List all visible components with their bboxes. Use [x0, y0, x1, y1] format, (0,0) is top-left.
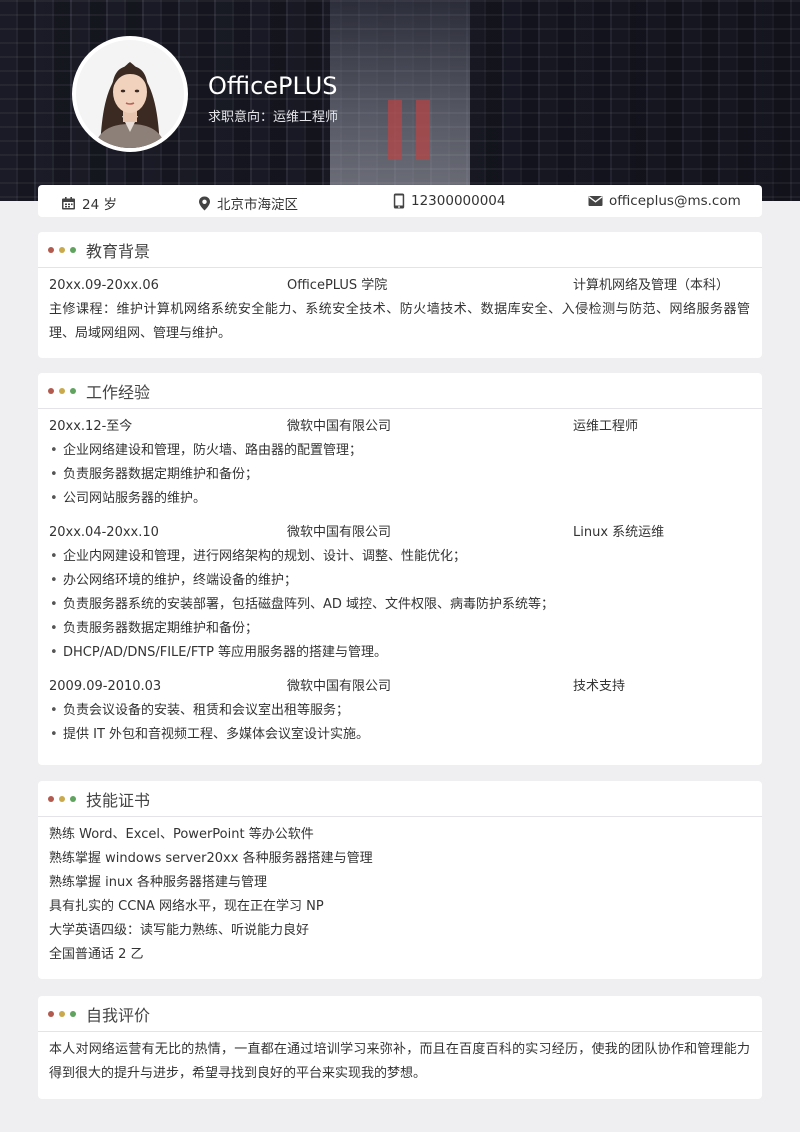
skill-line: 具有扎实的 CCNA 网络水平，现在正在学习 NP — [49, 899, 324, 914]
phone-info: 12300000004 — [393, 193, 505, 209]
skill-line: 熟练掌握 windows server20xx 各种服务器搭建与管理 — [49, 851, 373, 866]
job-duty: 负责服务器系统的安装部署，包括磁盘阵列、AD 域控、文件权限、病毒防护系统等； — [50, 593, 750, 617]
section-title: 工作经验 — [86, 382, 151, 402]
email-info: officeplus@ms.com — [588, 193, 741, 209]
job-duty: 负责服务器数据定期维护和备份； — [50, 463, 750, 487]
location-info: 北京市海淀区 — [198, 193, 298, 213]
job-entry: 20xx.04-20xx.10 微软中国有限公司 Linux 系统运维 企业内网… — [49, 521, 750, 665]
job-intent: 求职意向：运维工程师 — [208, 110, 339, 125]
skill-line: 大学英语四级：读写能力熟练、听说能力良好 — [49, 923, 310, 938]
decorative-dots — [48, 795, 76, 802]
section-header: 教育背景 — [38, 232, 762, 268]
job-period: 2009.09-2010.03 — [49, 679, 162, 694]
decorative-dots — [48, 246, 76, 253]
job-duty: 企业网络建设和管理，防火墙、路由器的配置管理； — [50, 439, 750, 463]
education-courses: 主修课程：维护计算机网络系统安全能力、系统安全技术、防火墙技术、数据库安全、入侵… — [49, 302, 750, 341]
skills-section: 技能证书 熟练 Word、Excel、PowerPoint 等办公软件 熟练掌握… — [38, 781, 762, 979]
job-company: 微软中国有限公司 — [287, 525, 392, 540]
job-duty: 办公网络环境的维护，终端设备的维护； — [50, 569, 750, 593]
decorative-dots — [48, 387, 76, 394]
job-duty: 提供 IT 外包和音视频工程、多媒体会议室设计实施。 — [50, 723, 750, 747]
job-duty: 企业内网建设和管理，进行网络架构的规划、设计、调整、性能优化； — [50, 545, 750, 569]
section-header: 自我评价 — [38, 996, 762, 1032]
decorative-dots — [48, 1010, 76, 1017]
skill-line: 熟练 Word、Excel、PowerPoint 等办公软件 — [49, 827, 314, 842]
job-duty: DHCP/AD/DNS/FILE/FTP 等应用服务器的搭建与管理。 — [50, 641, 750, 665]
job-company: 微软中国有限公司 — [287, 419, 392, 434]
job-duty: 公司网站服务器的维护。 — [50, 487, 750, 511]
section-header: 技能证书 — [38, 781, 762, 817]
job-role: 技术支持 — [573, 679, 626, 694]
education-period: 20xx.09-20xx.06 — [49, 278, 159, 293]
job-role: 运维工程师 — [573, 419, 639, 434]
phone-icon — [393, 193, 405, 209]
job-period: 20xx.04-20xx.10 — [49, 525, 159, 540]
phone-text: 12300000004 — [411, 193, 506, 209]
calendar-icon — [61, 196, 76, 211]
self-evaluation-section: 自我评价 本人对网络运营有无比的热情，一直都在通过培训学习来弥补，而且在百度百科… — [38, 996, 762, 1099]
contact-info-bar: 24 岁 北京市海淀区 12300000004 officeplus@ms.co… — [38, 185, 762, 217]
work-section: 工作经验 20xx.12-至今 微软中国有限公司 运维工程师 企业网络建设和管理… — [38, 373, 762, 765]
job-company: 微软中国有限公司 — [287, 679, 392, 694]
education-school: OfficePLUS 学院 — [287, 278, 388, 293]
section-title: 教育背景 — [86, 241, 151, 261]
education-major: 计算机网络及管理（本科） — [573, 278, 730, 293]
job-entry: 2009.09-2010.03 微软中国有限公司 技术支持 负责会议设备的安装、… — [49, 675, 750, 747]
skill-line: 全国普通话 2 乙 — [49, 947, 144, 962]
job-period: 20xx.12-至今 — [49, 419, 133, 434]
section-title: 技能证书 — [86, 790, 151, 810]
job-entry: 20xx.12-至今 微软中国有限公司 运维工程师 企业网络建设和管理，防火墙、… — [49, 415, 750, 511]
email-text: officeplus@ms.com — [609, 193, 741, 209]
age-info: 24 岁 — [61, 193, 117, 213]
education-section: 教育背景 20xx.09-20xx.06 OfficePLUS 学院 计算机网络… — [38, 232, 762, 358]
job-duty: 负责服务器数据定期维护和备份； — [50, 617, 750, 641]
age-text: 24 岁 — [82, 197, 117, 213]
mail-icon — [588, 195, 603, 207]
header-banner: OfficePLUS 求职意向：运维工程师 — [0, 0, 800, 201]
location-text: 北京市海淀区 — [217, 197, 298, 213]
section-header: 工作经验 — [38, 373, 762, 409]
job-role: Linux 系统运维 — [573, 525, 665, 540]
self-evaluation-text: 本人对网络运营有无比的热情，一直都在通过培训学习来弥补，而且在百度百科的实习经历… — [49, 1042, 750, 1081]
education-row: 20xx.09-20xx.06 OfficePLUS 学院 计算机网络及管理（本… — [49, 274, 750, 298]
section-title: 自我评价 — [86, 1005, 151, 1025]
job-duty: 负责会议设备的安装、租赁和会议室出租等服务； — [50, 699, 750, 723]
candidate-name: OfficePLUS — [208, 72, 338, 100]
avatar — [72, 36, 188, 152]
skill-line: 熟练掌握 inux 各种服务器搭建与管理 — [49, 875, 268, 890]
location-pin-icon — [198, 196, 211, 211]
